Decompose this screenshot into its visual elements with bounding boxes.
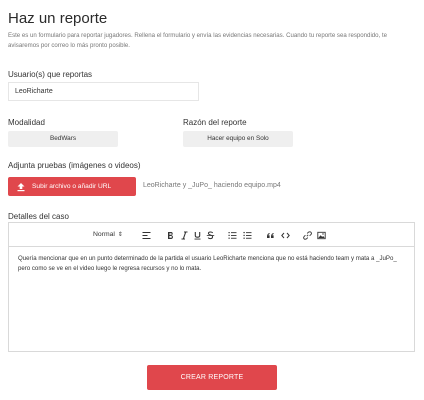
- italic-button[interactable]: [180, 229, 189, 241]
- ordered-list-button[interactable]: [228, 229, 237, 241]
- link-button[interactable]: [303, 229, 312, 241]
- mode-select[interactable]: BedWars: [8, 131, 118, 147]
- code-button[interactable]: [281, 229, 290, 241]
- font-size-label: Normal: [93, 231, 115, 238]
- editor-toolbar: Normal ⇕: [9, 223, 414, 247]
- upload-button-label: Subir archivo o añadir URL: [32, 183, 112, 190]
- page-title: Haz un reporte: [8, 10, 108, 27]
- quote-button[interactable]: [266, 229, 275, 241]
- mode-label: Modalidad: [8, 118, 45, 127]
- reason-select[interactable]: Hacer equipo en Solo: [183, 131, 293, 147]
- quote-icon: [267, 232, 274, 238]
- create-report-button[interactable]: CREAR REPORTE: [147, 365, 277, 390]
- strikethrough-button[interactable]: [206, 229, 215, 241]
- chevron-updown-icon: ⇕: [117, 232, 123, 238]
- image-button[interactable]: [317, 229, 326, 241]
- uploaded-file-name: LeoRicharte y _JuPo_ haciendo equipo.mp4: [143, 182, 281, 189]
- strikethrough-icon: [206, 231, 215, 239]
- image-icon: [317, 231, 326, 239]
- bold-icon: [168, 231, 173, 239]
- font-size-select[interactable]: Normal ⇕: [93, 229, 123, 241]
- bullet-list-icon: [243, 231, 252, 239]
- rich-text-editor: Normal ⇕ Quería mencionar que en un punt…: [8, 222, 415, 352]
- align-button[interactable]: [142, 229, 151, 241]
- bold-button[interactable]: [166, 229, 175, 241]
- underline-button[interactable]: [193, 229, 202, 241]
- underline-icon: [194, 231, 201, 239]
- align-icon: [142, 231, 151, 239]
- proof-label: Adjunta pruebas (imágenes o videos): [8, 161, 141, 170]
- upload-icon: [17, 182, 25, 191]
- users-label: Usuario(s) que reportas: [8, 70, 93, 79]
- italic-icon: [181, 230, 188, 240]
- link-icon: [303, 230, 312, 240]
- bullet-list-button[interactable]: [243, 229, 252, 241]
- details-label: Detalles del caso: [8, 212, 69, 221]
- upload-button[interactable]: Subir archivo o añadir URL: [8, 177, 136, 196]
- reason-label: Razón del reporte: [183, 118, 247, 127]
- ordered-list-icon: [228, 231, 237, 239]
- code-icon: [281, 232, 290, 238]
- page-description: Este es un formulario para reportar juga…: [8, 32, 388, 49]
- users-input[interactable]: LeoRicharte: [8, 82, 199, 101]
- editor-content[interactable]: Quería mencionar que en un punto determi…: [9, 247, 414, 281]
